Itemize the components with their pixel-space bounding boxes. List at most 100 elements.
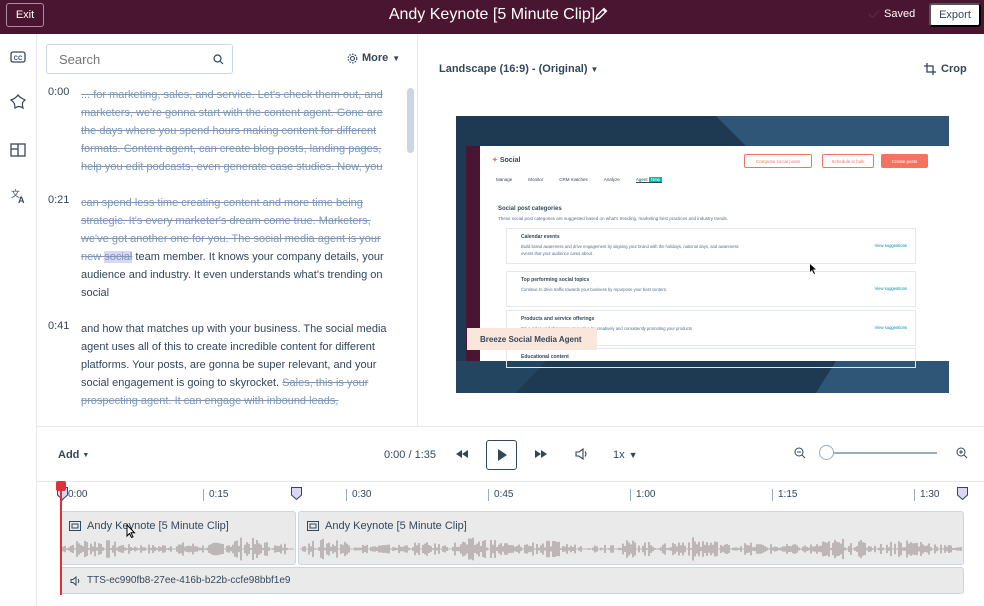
zoom-slider-handle[interactable] [819, 445, 834, 460]
segment-text: can spend less time creating content and… [81, 194, 399, 302]
mouse-cursor-icon [126, 524, 136, 538]
category-card: Educational content [506, 348, 916, 368]
crop-button[interactable]: Crop [924, 63, 967, 75]
segment-marker-icon[interactable] [291, 487, 302, 500]
saved-label: Saved [884, 8, 916, 20]
search-icon[interactable] [213, 54, 224, 65]
segment-time: 0:21 [48, 194, 70, 206]
playhead-handle[interactable] [56, 481, 66, 491]
app-tabs: Manage Monitor CRM matches Analyze Agent… [496, 177, 662, 183]
more-menu-button[interactable]: More ▼ [347, 52, 400, 64]
chevron-down-icon: ▼ [590, 64, 599, 74]
volume-icon[interactable] [575, 447, 589, 461]
gear-icon [347, 53, 358, 63]
deleted-text[interactable]: ... for marketing, sales, and service. L… [81, 89, 383, 173]
top-bar: Exit Andy Keynote [5 Minute Clip] Saved … [0, 0, 984, 34]
chevron-down-icon: ▼ [82, 451, 90, 459]
card-title: Educational content [521, 354, 569, 360]
aspect-ratio-dropdown[interactable]: Landscape (16:9) - (Original) ▼ [439, 63, 598, 75]
layout-panels-icon[interactable] [9, 141, 27, 159]
exit-button[interactable]: Exit [6, 3, 44, 27]
transcript-search[interactable] [46, 44, 233, 74]
film-icon [69, 521, 81, 531]
category-card: Top performing social topics Continue to… [506, 271, 916, 307]
card-title: Calendar events [521, 234, 560, 240]
compose-social-posts-button: Compose social posts [744, 154, 812, 168]
crop-label: Crop [941, 63, 967, 75]
card-link: View suggestions [874, 325, 907, 330]
tab-analyze: Analyze [603, 177, 620, 182]
zoom-slider-track[interactable] [824, 452, 937, 454]
export-button[interactable]: Export [929, 3, 981, 27]
svg-text:CC: CC [14, 56, 23, 62]
tts-label: TTS-ec990fb8-27ee-416b-b22b-ccfe98bbf1e9 [87, 575, 291, 586]
edit-title-pencil-icon[interactable] [593, 6, 609, 22]
aspect-ratio-label: Landscape (16:9) - (Original) [439, 63, 588, 75]
clip-title: Andy Keynote [5 Minute Clip] [0, 0, 984, 30]
zoom-in-icon[interactable] [956, 447, 968, 459]
video-caption: Breeze Social Media Agent [467, 328, 597, 350]
category-card: Calendar events Build brand awareness an… [506, 228, 916, 264]
playback-controls: Add ▼ 0:00 / 1:35 1x ▼ [37, 426, 984, 482]
saved-check-icon [868, 9, 880, 19]
playhead[interactable] [60, 483, 62, 595]
translate-icon[interactable]: 文A [9, 187, 27, 205]
add-dropdown[interactable]: Add ▼ [58, 449, 89, 461]
caret-down-icon: ▼ [628, 450, 638, 460]
tts-audio-track[interactable]: TTS-ec990fb8-27ee-416b-b22b-ccfe98bbf1e9 [60, 567, 964, 594]
schedule-bulk-button: Schedule in bulk [822, 154, 874, 168]
more-label: More [362, 52, 389, 64]
speed-dropdown[interactable]: 1x ▼ [613, 449, 638, 461]
create-posts-button: Create posts [881, 154, 928, 168]
video-clip[interactable]: Andy Keynote [5 Minute Clip] [60, 511, 296, 565]
tab-agent: Agent New [635, 177, 662, 183]
card-description: Continue to drive traffic towards your b… [521, 287, 667, 292]
tick-label: 1:30 [914, 489, 939, 501]
segment-text: ... for marketing, sales, and service. L… [81, 86, 399, 176]
timeline[interactable]: 0:00 0:15 0:30 0:45 1:00 1:15 1:30 Andy … [37, 481, 984, 606]
video-frame[interactable]: ✦ Social Compose social posts Schedule i… [456, 116, 949, 393]
card-link: View suggestions [874, 243, 907, 248]
tab-agent-label: Agent [635, 177, 648, 182]
card-title: Products and service offerings [521, 316, 595, 322]
segment-time: 0:41 [48, 320, 70, 332]
tick-label: 0:15 [203, 489, 228, 501]
add-label: Add [58, 449, 80, 461]
tab-crm-matches: CRM matches [559, 177, 588, 182]
speaker-icon [70, 575, 80, 586]
sparkle-flower-icon[interactable] [9, 93, 27, 111]
card-title: Top performing social topics [521, 277, 590, 283]
clip-label: Andy Keynote [5 Minute Clip] [69, 520, 229, 532]
play-button[interactable] [486, 440, 517, 470]
tab-monitor: Monitor [528, 177, 544, 182]
closed-captions-icon[interactable]: CC [9, 48, 27, 66]
segment-marker-icon[interactable] [957, 487, 968, 500]
timecode: 0:00 / 1:35 [384, 449, 436, 461]
section-title: Social post categories [498, 206, 562, 212]
saved-status: Saved [868, 8, 915, 20]
left-rail: CC 文A [0, 34, 37, 606]
clip-title-text: Andy Keynote [5 Minute Clip] [388, 6, 596, 23]
tick-label: 0:45 [488, 489, 513, 501]
segment-time: 0:00 [48, 86, 70, 98]
video-clip[interactable]: Andy Keynote [5 Minute Clip] [298, 511, 964, 565]
search-input[interactable] [59, 45, 209, 73]
zoom-out-icon[interactable] [794, 447, 806, 459]
transcript-scrollbar[interactable] [407, 88, 414, 153]
audio-waveform [62, 537, 294, 561]
tab-manage: Manage [496, 177, 513, 182]
highlighted-word[interactable]: social [104, 251, 133, 263]
app-title: ✦ Social [492, 157, 521, 164]
film-icon [307, 521, 319, 531]
rewind-icon[interactable] [455, 447, 469, 461]
clip-name: Andy Keynote [5 Minute Clip] [325, 520, 467, 532]
crop-icon [924, 63, 936, 75]
transcript-panel: More ▼ 0:00 ... for marketing, sales, an… [37, 34, 418, 426]
clip-label: Andy Keynote [5 Minute Clip] [307, 520, 467, 532]
tick-label: 1:00 [630, 489, 655, 501]
card-description: Build brand awareness and drive engageme… [521, 244, 739, 256]
tick-label: 1:15 [772, 489, 797, 501]
clip-name: Andy Keynote [5 Minute Clip] [87, 520, 229, 532]
time-ruler[interactable]: 0:00 0:15 0:30 0:45 1:00 1:15 1:30 [37, 483, 984, 507]
fast-forward-icon[interactable] [534, 447, 548, 461]
